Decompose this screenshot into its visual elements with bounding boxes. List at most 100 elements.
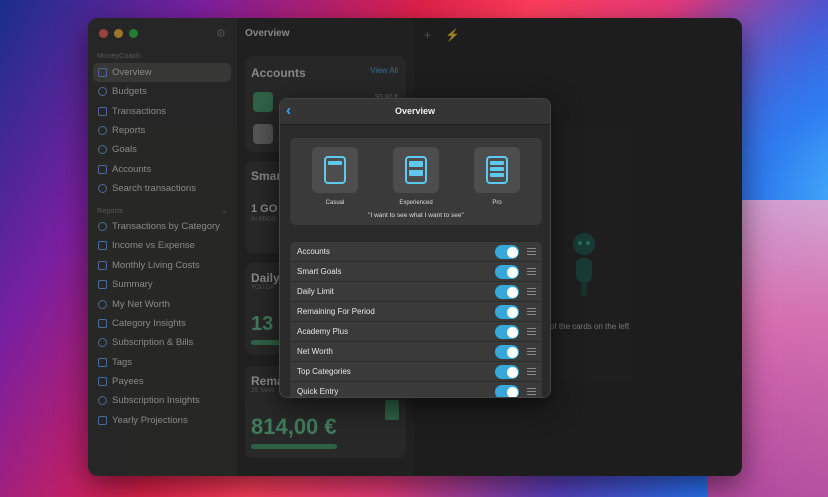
preset-experienced[interactable]: Experienced <box>392 147 440 206</box>
bolt-icon[interactable]: ⚡ <box>445 28 460 42</box>
drag-handle-icon[interactable] <box>527 308 536 317</box>
drag-handle-icon[interactable] <box>527 248 536 257</box>
overview-customize-sheet: ‹ Overview Casual Experienced Pro "I wan… <box>279 98 551 398</box>
card-label: Top Categories <box>297 367 351 376</box>
sidebar-item-goals[interactable]: Goals <box>93 140 231 159</box>
card-label: Remaining For Period <box>297 307 375 316</box>
sidebar-item-payees[interactable]: Payees <box>93 372 231 391</box>
drag-handle-icon[interactable] <box>527 388 536 397</box>
list-item: Daily Limit <box>290 282 542 302</box>
quick-entry-toggle[interactable] <box>495 385 519 397</box>
calendar-icon <box>98 261 107 270</box>
view-all-link[interactable]: View All <box>370 66 398 75</box>
preset-casual[interactable]: Casual <box>311 147 359 206</box>
remaining-for-period-toggle[interactable] <box>495 305 519 319</box>
sidebar-item-label: Overview <box>112 67 152 78</box>
tag-icon <box>98 358 107 367</box>
sidebar-item-overview[interactable]: Overview <box>93 63 231 82</box>
list-item: Accounts <box>290 242 542 262</box>
sidebar-item-label: Yearly Projections <box>112 415 188 426</box>
sidebar-item-budgets[interactable]: Budgets <box>93 82 231 101</box>
reports-section-label: Reports <box>97 208 123 215</box>
daily-limit-toggle[interactable] <box>495 285 519 299</box>
zoom-window-button[interactable] <box>129 29 138 38</box>
sidebar-item-income-vs-expense[interactable]: Income vs Expense <box>93 236 231 255</box>
net-worth-toggle[interactable] <box>495 345 519 359</box>
list-item: Net Worth <box>290 342 542 362</box>
sheet-header: ‹ Overview <box>280 99 550 125</box>
sidebar-item-yearly-projections[interactable]: Yearly Projections <box>93 411 231 430</box>
sidebar-item-tags[interactable]: Tags <box>93 353 231 372</box>
projections-icon <box>98 416 107 425</box>
minimize-window-button[interactable] <box>114 29 123 38</box>
subscription-insights-icon <box>98 396 107 405</box>
coffee-cup-icon <box>385 400 399 420</box>
accounts-card-title: Accounts <box>251 66 306 80</box>
card-label: Net Worth <box>297 347 333 356</box>
preset-label: Pro <box>492 200 502 206</box>
drag-handle-icon[interactable] <box>527 328 536 337</box>
sidebar-item-transactions-by-category[interactable]: Transactions by Category <box>93 217 231 236</box>
card-label: Accounts <box>297 247 330 256</box>
drag-handle-icon[interactable] <box>527 268 536 277</box>
sidebar: ⚙ MoneyCoach Overview Budgets Transactio… <box>88 18 237 476</box>
academy-plus-toggle[interactable] <box>495 325 519 339</box>
chevron-down-icon[interactable]: ⌄ <box>221 206 228 215</box>
sidebar-item-reports[interactable]: Reports <box>93 121 231 140</box>
subscription-icon <box>98 338 107 347</box>
app-section-label: MoneyCoach <box>97 53 141 60</box>
top-categories-toggle[interactable] <box>495 365 519 379</box>
detail-toolbar: + ⚡ <box>424 28 460 42</box>
close-window-button[interactable] <box>99 29 108 38</box>
preset-pro[interactable]: Pro <box>473 147 521 206</box>
smart-goals-value: 1 GO <box>251 203 278 215</box>
list-item: Remaining For Period <box>290 302 542 322</box>
bar-chart-icon <box>98 241 107 250</box>
sidebar-item-accounts[interactable]: Accounts <box>93 160 231 179</box>
pro-layout-icon <box>474 147 520 193</box>
sidebar-item-label: Search transactions <box>112 183 196 194</box>
sidebar-item-monthly-living-costs[interactable]: Monthly Living Costs <box>93 256 231 275</box>
preset-label: Casual <box>325 200 345 206</box>
wallet-icon <box>253 92 273 112</box>
summary-icon <box>98 280 107 289</box>
settings-gear-icon[interactable]: ⚙ <box>216 27 226 40</box>
experienced-layout-icon <box>393 147 439 193</box>
daily-limit-title: Daily <box>251 271 280 285</box>
smart-goals-sub: IN PROG <box>251 217 277 223</box>
sidebar-item-label: Transactions <box>112 106 167 117</box>
sidebar-item-label: Income vs Expense <box>112 240 195 251</box>
sidebar-item-my-net-worth[interactable]: My Net Worth <box>93 295 231 314</box>
sidebar-item-subscription-insights[interactable]: Subscription Insights <box>93 391 231 410</box>
sidebar-item-label: Category Insights <box>112 318 186 329</box>
sidebar-item-label: Summary <box>112 279 153 290</box>
sidebar-item-label: Transactions by Category <box>112 221 220 232</box>
goals-icon <box>98 145 107 154</box>
sidebar-item-label: Subscription Insights <box>112 395 200 406</box>
drag-handle-icon[interactable] <box>527 288 536 297</box>
sidebar-item-category-insights[interactable]: Category Insights <box>93 314 231 333</box>
list-item: Academy Plus <box>290 322 542 342</box>
sidebar-item-subscription-bills[interactable]: Subscription & Bills <box>93 333 231 352</box>
sidebar-item-label: Subscription & Bills <box>112 337 194 348</box>
sidebar-item-transactions[interactable]: Transactions <box>93 102 231 121</box>
window-controls <box>99 29 138 38</box>
layout-presets: Casual Experienced Pro "I want to see wh… <box>290 138 542 225</box>
add-icon[interactable]: + <box>424 28 431 42</box>
casual-layout-icon <box>312 147 358 193</box>
smart-goals-toggle[interactable] <box>495 265 519 279</box>
drag-handle-icon[interactable] <box>527 348 536 357</box>
overview-title: Overview <box>245 28 290 39</box>
sidebar-item-label: Monthly Living Costs <box>112 260 200 271</box>
list-item: Top Categories <box>290 362 542 382</box>
sidebar-item-summary[interactable]: Summary <box>93 275 231 294</box>
budgets-icon <box>98 87 107 96</box>
daily-limit-value: 13 <box>251 313 274 335</box>
accounts-icon <box>98 165 107 174</box>
accounts-toggle[interactable] <box>495 245 519 259</box>
robot-illustration-icon <box>573 233 595 296</box>
list-item: Quick Entry <box>290 382 542 397</box>
drag-handle-icon[interactable] <box>527 368 536 377</box>
card-label: Smart Goals <box>297 267 342 276</box>
sidebar-item-search[interactable]: Search transactions <box>93 179 231 198</box>
